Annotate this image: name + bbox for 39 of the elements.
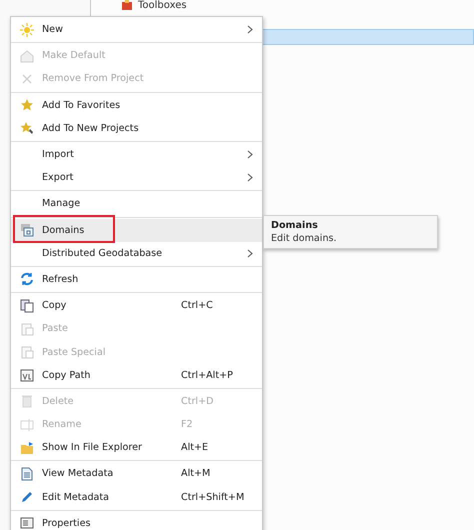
folder-icon	[20, 440, 34, 455]
trash-icon	[20, 394, 34, 408]
clipboard-icon	[20, 345, 34, 360]
tooltip-title: Domains	[271, 220, 319, 231]
menu-item[interactable]: Show In File Explorer Alt+E	[11, 436, 262, 460]
rename-icon	[20, 418, 34, 432]
copy-icon	[20, 298, 34, 313]
path-icon	[20, 368, 34, 382]
menu-item[interactable]: Add To New Projects	[11, 116, 262, 140]
clipboard-icon	[20, 322, 34, 336]
menu-item[interactable]: Copy Path Ctrl+Alt+P	[11, 364, 262, 387]
close-icon	[20, 72, 34, 86]
menu-item[interactable]: Add To Favorites	[11, 94, 262, 117]
chevron-icon	[247, 150, 253, 159]
menu-item[interactable]: Properties	[11, 512, 262, 530]
menu-item[interactable]: View Metadata Alt+M	[11, 462, 262, 486]
house-icon	[20, 48, 34, 63]
menu-item[interactable]: Copy Ctrl+C	[11, 294, 262, 318]
menu-item[interactable]: Distributed Geodatabase	[11, 242, 262, 265]
menu-item[interactable]: Refresh	[11, 268, 262, 292]
menu-item[interactable]: New	[11, 18, 262, 42]
document-icon	[20, 466, 34, 481]
menu-item[interactable]: Manage	[11, 192, 262, 216]
tooltip-text: Edit domains.	[271, 233, 338, 244]
tree-item-label[interactable]: Toolboxes	[138, 0, 187, 10]
toolbox-icon	[122, 0, 132, 10]
star-icon	[20, 121, 34, 136]
sun-icon	[20, 22, 34, 37]
menu-item[interactable]: Edit Metadata Ctrl+Shift+M	[11, 486, 262, 509]
chevron-icon	[247, 173, 253, 182]
refresh-icon	[20, 272, 34, 286]
properties-icon	[20, 516, 34, 530]
pencil-icon	[20, 490, 34, 504]
menu-item[interactable]: Import	[11, 142, 262, 166]
star-icon	[20, 98, 34, 112]
chevron-icon	[247, 248, 253, 258]
table-icon	[20, 223, 34, 238]
chevron-icon	[247, 25, 253, 34]
menu-item[interactable]: Export	[11, 166, 262, 190]
